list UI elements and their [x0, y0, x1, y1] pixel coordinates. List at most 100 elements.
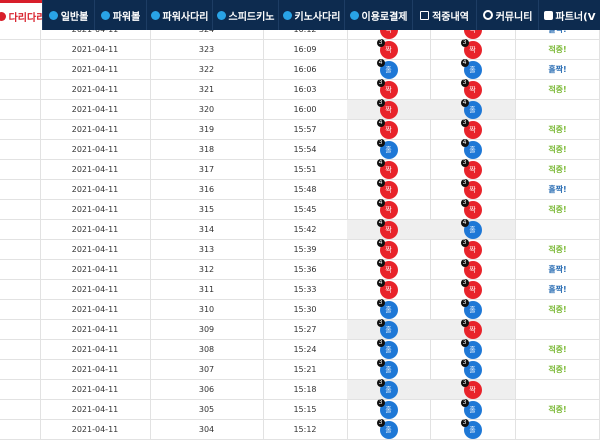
nav-item-5[interactable]: 키노사다리	[278, 0, 344, 30]
count-badge: 3	[460, 199, 469, 207]
ball-label: 짝	[469, 206, 476, 214]
even-ball-icon: 3짝	[376, 79, 398, 99]
result-cell: 3홀	[430, 339, 515, 359]
round-cell: 320	[198, 105, 215, 114]
count-badge: 3	[376, 79, 385, 87]
nav-label: 커뮤니티	[495, 11, 533, 23]
nav-item-4[interactable]: 스피드키노	[212, 0, 278, 30]
result-cell: 4홀	[347, 59, 430, 79]
odd-ball-icon: 3홀	[376, 359, 398, 379]
time-cell: 16:06	[293, 65, 317, 74]
date-cell: 2021-04-11	[71, 325, 119, 334]
odd-ball-icon: 4홀	[460, 139, 482, 159]
count-badge: 3	[376, 359, 385, 367]
ball-label: 짝	[385, 46, 392, 54]
round-cell: 315	[198, 205, 215, 214]
odd-ball-icon: 4홀	[376, 59, 398, 79]
table-row: 2021-04-11 315 15:45 4 짝 3 짝 적중!	[0, 199, 600, 220]
table-row: 2021-04-11 322 16:06 4 홀 4 홀 홀짝!	[0, 59, 600, 80]
coin-icon	[349, 10, 359, 20]
count-badge: 3	[460, 179, 469, 187]
ball-label: 홀	[469, 366, 476, 374]
date-cell: 2021-04-11	[71, 245, 119, 254]
count-badge: 3	[460, 339, 469, 347]
ladder-icon	[0, 12, 6, 21]
ball-label: 짝	[469, 46, 476, 54]
nav-item-6[interactable]: 이용로결제	[344, 0, 412, 30]
round-cell: 314	[198, 225, 215, 234]
result-cell: 3짝	[347, 79, 430, 99]
round-cell: 308	[198, 345, 215, 354]
ball-label: 짝	[385, 206, 392, 214]
result-cell: 3홀	[347, 359, 430, 379]
nav-item-7[interactable]: 적중내역	[412, 0, 476, 30]
result-cell: 4홀	[430, 99, 515, 119]
pick-result	[515, 420, 600, 439]
time-cell: 15:48	[293, 185, 317, 194]
time-cell: 16:03	[293, 85, 317, 94]
count-badge: 4	[460, 99, 469, 107]
count-badge: 3	[376, 139, 385, 147]
ball-label: 짝	[469, 186, 476, 194]
pick-result: 적중!	[548, 85, 567, 94]
date-cell: 2021-04-11	[71, 345, 119, 354]
nav-item-2[interactable]: 파워볼	[94, 0, 146, 30]
date-cell: 2021-04-11	[71, 225, 119, 234]
ladder-icon	[282, 10, 292, 20]
result-cell: 3홀	[347, 379, 430, 399]
date-cell: 2021-04-11	[71, 285, 119, 294]
odd-ball-icon: 3홀	[460, 339, 482, 359]
table-row: 2021-04-11 307 15:21 3 홀 3 홀 적중!	[0, 359, 600, 380]
round-cell: 316	[198, 185, 215, 194]
result-cell: 3홀	[430, 299, 515, 319]
table-row: 2021-04-11 320 16:00 3 짝 4 홀	[0, 99, 600, 120]
nav-item-9[interactable]: 파트너(V	[538, 0, 600, 30]
count-badge: 4	[460, 139, 469, 147]
result-cell: 4홀	[430, 219, 515, 239]
ball-label: 짝	[469, 386, 476, 394]
ball-label: 홀	[385, 366, 392, 374]
even-ball-icon: 3짝	[460, 239, 482, 259]
count-badge: 3	[376, 319, 385, 327]
count-badge: 3	[460, 39, 469, 47]
even-ball-icon: 3짝	[460, 179, 482, 199]
table-row: 2021-04-11 321 16:03 3 짝 3 짝 적중!	[0, 79, 600, 100]
nav-item-8[interactable]: 커뮤니티	[476, 0, 538, 30]
count-badge: 4	[376, 239, 385, 247]
table-row: 2021-04-11 323 16:09 3 짝 3 짝 적중!	[0, 39, 600, 60]
checkbox-icon	[420, 10, 430, 20]
table-row: 2021-04-11 306 15:18 3 홀 3 짝	[0, 379, 600, 400]
result-cell: 3짝	[430, 159, 515, 179]
table-row: 2021-04-11 318 15:54 3 홀 4 홀 적중!	[0, 139, 600, 160]
result-cell: 4짝	[347, 159, 430, 179]
pick-result: 홀짝!	[548, 285, 567, 294]
hand-icon	[543, 10, 553, 20]
ball-label: 짝	[385, 226, 392, 234]
time-cell: 15:39	[293, 245, 317, 254]
ball-label: 짝	[469, 86, 476, 94]
round-cell: 304	[198, 425, 215, 434]
time-cell: 15:54	[293, 145, 317, 154]
odd-ball-icon: 3홀	[376, 419, 398, 439]
round-cell: 305	[198, 405, 215, 414]
even-ball-icon: 3짝	[460, 259, 482, 279]
pick-result: 적중!	[548, 405, 567, 414]
time-cell: 15:36	[293, 265, 317, 274]
count-badge: 4	[376, 119, 385, 127]
nav-item-1[interactable]: 일반볼	[42, 0, 94, 30]
ball-label: 짝	[385, 86, 392, 94]
table-row: 2021-04-11 311 15:33 4 짝 3 짝 홀짝!	[0, 279, 600, 300]
odd-ball-icon: 3홀	[376, 319, 398, 339]
round-cell: 318	[198, 145, 215, 154]
count-badge: 4	[376, 279, 385, 287]
even-ball-icon: 3짝	[460, 79, 482, 99]
even-ball-icon: 4짝	[376, 259, 398, 279]
result-cell: 4짝	[347, 179, 430, 199]
round-cell: 311	[198, 285, 215, 294]
time-cell: 15:18	[293, 385, 317, 394]
table-row: 2021-04-11 312 15:36 4 짝 3 짝 홀짝!	[0, 259, 600, 280]
nav-item-0[interactable]: 다리다리	[0, 0, 42, 30]
nav-item-3[interactable]: 파워사다리	[146, 0, 212, 30]
ball-label: 짝	[385, 106, 392, 114]
nav-label: 다리다리	[8, 13, 42, 24]
